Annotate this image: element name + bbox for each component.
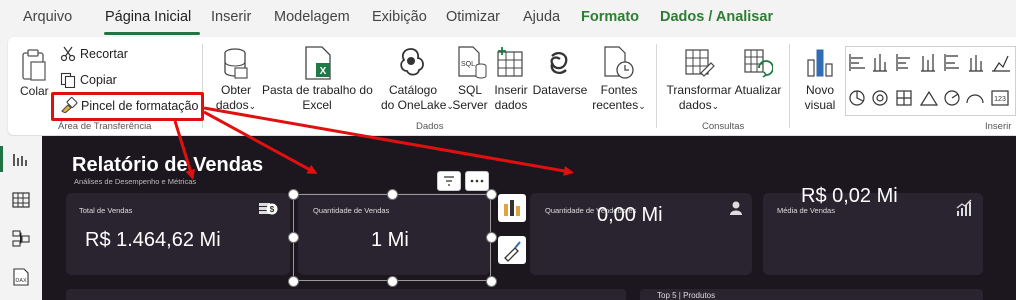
- annotation-arrows: [173, 106, 574, 180]
